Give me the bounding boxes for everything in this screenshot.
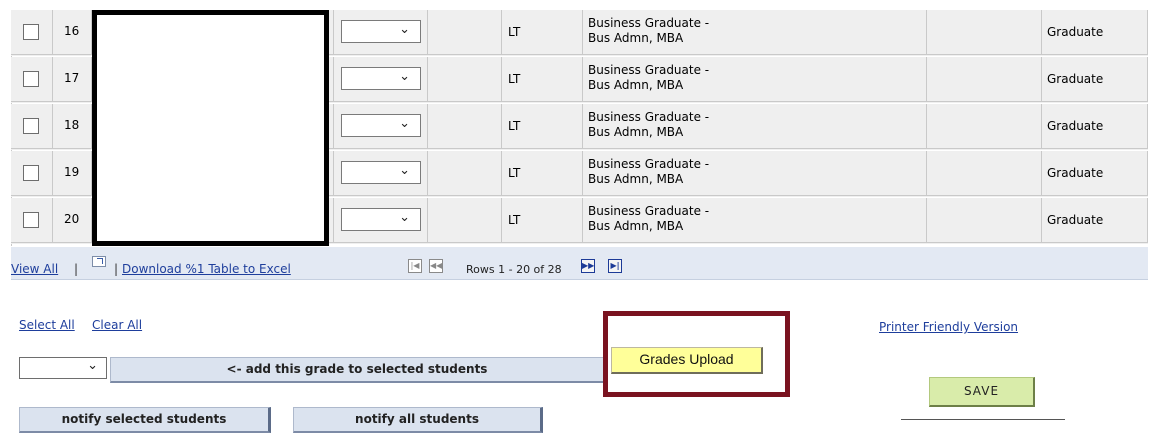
notify-selected-button[interactable]: notify selected students [19,407,271,433]
empty-cell [428,151,502,196]
view-all-link[interactable]: View All [11,262,58,276]
checkbox-cell [11,151,53,196]
notify-all-button[interactable]: notify all students [293,407,543,433]
program-name: Business Graduate - Bus Admn, MBA [588,110,710,139]
empty-cell [428,10,502,55]
grading-basis: LT [508,119,521,133]
bulk-grade-select[interactable]: ⌄ [19,357,107,379]
next-page-icon[interactable]: ▶▶ [581,259,595,273]
chevron-down-icon: ⌄ [399,69,410,84]
checkbox-cell [11,57,53,102]
separator: | [74,262,79,276]
row-number: 19 [64,165,80,179]
last-page-icon[interactable]: ▶| [608,259,622,273]
row-number: 20 [64,212,80,226]
chevron-down-icon: ⌄ [399,116,410,131]
checkbox-cell [11,10,53,55]
chevron-down-icon: ⌄ [399,163,410,178]
academic-level: Graduate [1047,213,1104,227]
grade-select[interactable]: ⌄ [341,208,421,231]
clear-all-link[interactable]: Clear All [92,318,142,332]
row-select-checkbox[interactable] [23,212,39,228]
row-number: 16 [64,24,80,38]
grading-basis: LT [508,72,521,86]
academic-level: Graduate [1047,72,1104,86]
divider [901,419,1065,420]
academic-level: Graduate [1047,25,1104,39]
grade-select[interactable]: ⌄ [341,114,421,137]
program-name: Business Graduate - Bus Admn, MBA [588,63,710,92]
chevron-down-icon: ⌄ [399,22,410,37]
separator: | [114,262,119,276]
download-excel-link[interactable]: Download %1 Table to Excel [122,262,291,276]
redaction-box [92,10,329,246]
grading-basis: LT [508,25,521,39]
academic-level: Graduate [1047,166,1104,180]
save-button[interactable]: SAVE [929,377,1035,407]
empty-cell [927,151,1042,196]
row-select-checkbox[interactable] [23,165,39,181]
academic-level: Graduate [1047,119,1104,133]
empty-cell [927,104,1042,149]
previous-page-icon[interactable]: ◀◀ [429,259,443,273]
grades-upload-button[interactable]: Grades Upload [611,347,763,374]
empty-cell [927,198,1042,243]
row-number: 18 [64,118,80,132]
table-navigation-bar: View All | | Download %1 Table to Excel … [11,247,1148,280]
row-select-checkbox[interactable] [23,71,39,87]
grading-basis: LT [508,166,521,180]
empty-cell [428,57,502,102]
select-all-link[interactable]: Select All [19,318,75,332]
empty-cell [428,104,502,149]
empty-cell [927,57,1042,102]
program-name: Business Graduate - Bus Admn, MBA [588,204,710,233]
add-grade-button[interactable]: <- add this grade to selected students [110,357,606,383]
checkbox-cell [11,198,53,243]
checkbox-cell [11,104,53,149]
row-select-checkbox[interactable] [23,24,39,40]
program-name: Business Graduate - Bus Admn, MBA [588,16,710,45]
first-page-icon[interactable]: |◀ [408,259,422,273]
row-select-checkbox[interactable] [23,118,39,134]
grade-roster-table: 16 ⌄ LT Business Graduate - Bus Admn, MB… [11,10,1148,247]
grade-select[interactable]: ⌄ [341,20,421,43]
empty-cell [428,198,502,243]
grading-basis: LT [508,213,521,227]
printer-friendly-link[interactable]: Printer Friendly Version [879,320,1018,334]
program-name: Business Graduate - Bus Admn, MBA [588,157,710,186]
chevron-down-icon: ⌄ [87,358,98,373]
chevron-down-icon: ⌄ [399,210,410,225]
rows-counter: Rows 1 - 20 of 28 [466,263,562,276]
row-number: 17 [64,71,80,85]
empty-cell [927,10,1042,55]
grade-select[interactable]: ⌄ [341,67,421,90]
grade-select[interactable]: ⌄ [341,161,421,184]
new-window-icon[interactable] [92,256,106,267]
